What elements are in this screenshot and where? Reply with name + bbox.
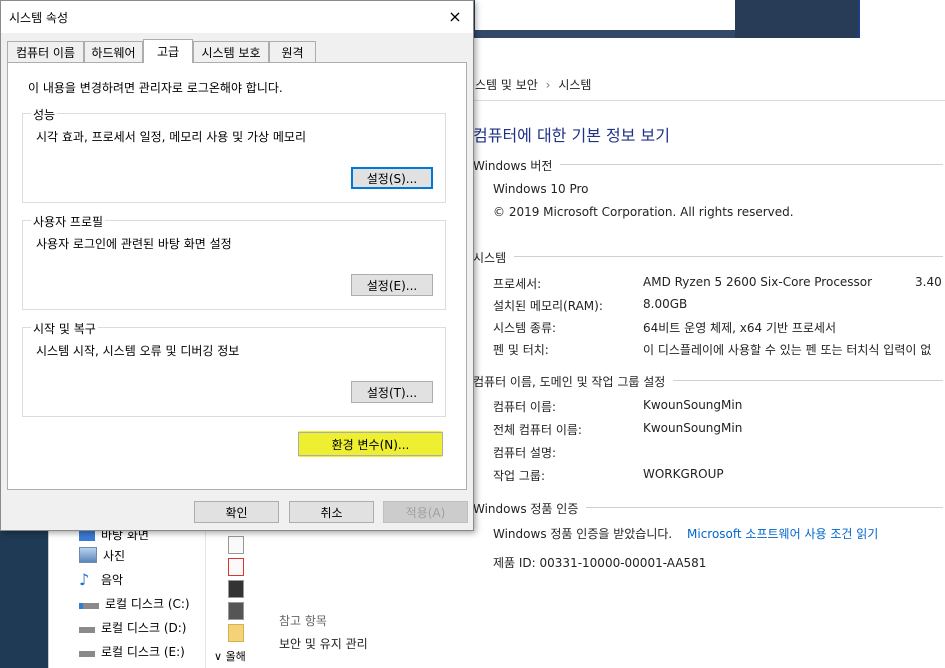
chevron-right-icon: › (545, 78, 551, 92)
group-description: 시스템 시작, 시스템 오류 및 디버깅 정보 (36, 344, 240, 358)
background-window-strip (475, 30, 735, 38)
ram-label: 설치된 메모리(RAM): (493, 299, 603, 313)
drive-icon (79, 603, 99, 609)
ram-value: 8.00GB (643, 297, 688, 311)
see-also-label: 참고 항목 (279, 614, 327, 628)
advanced-tab-page: 이 내용을 변경하려면 관리자로 로그온해야 합니다. 성능 시각 효과, 프로… (7, 62, 467, 490)
rar-file-icon[interactable] (228, 580, 244, 598)
group-label: 시작 및 복구 (31, 320, 98, 337)
breadcrumb-item-security[interactable]: 스템 및 보안 (475, 78, 538, 92)
pdf-file-icon[interactable] (228, 558, 244, 576)
windows-edition-section-title: Windows 버전 (473, 157, 943, 174)
tab-system-protection[interactable]: 시스템 보호 (193, 41, 269, 62)
pen-touch-label: 펜 및 터치: (493, 343, 549, 357)
performance-settings-button[interactable]: 설정(S)... (351, 167, 433, 189)
security-maintenance-link[interactable]: 보안 및 유지 관리 (279, 635, 368, 652)
startup-recovery-settings-button[interactable]: 설정(T)... (351, 381, 433, 403)
user-profiles-group: 사용자 프로필 사용자 로그인에 관련된 바탕 화면 설정 설정(E)... (22, 213, 446, 310)
system-section-title: 시스템 (473, 249, 943, 266)
nav-item-music[interactable]: ♪ 음악 (79, 568, 123, 590)
group-label: 성능 (31, 106, 58, 123)
user-profiles-settings-button[interactable]: 설정(E)... (351, 274, 433, 296)
system-type-label: 시스템 종류: (493, 321, 557, 335)
tab-hardware[interactable]: 하드웨어 (84, 41, 143, 62)
license-terms-link[interactable]: Microsoft 소프트웨어 사용 조건 읽기 (687, 525, 878, 542)
section-divider (586, 507, 943, 508)
full-computer-name-value: KwounSoungMin (643, 421, 743, 435)
copyright-text: © 2019 Microsoft Corporation. All rights… (493, 205, 794, 219)
dialog-titlebar[interactable]: 시스템 속성 × (1, 1, 473, 33)
page-title: 컴퓨터에 대한 기본 정보 보기 (473, 126, 670, 145)
close-button[interactable]: × (443, 5, 467, 27)
nav-item-drive-d[interactable]: 로컬 디스크 (D:) (79, 616, 186, 638)
full-computer-name-label: 전체 컴퓨터 이름: (493, 423, 582, 437)
nav-item-pictures[interactable]: 사진 (79, 544, 125, 566)
drive-icon (79, 651, 95, 657)
ok-button[interactable]: 확인 (194, 501, 279, 523)
processor-value: AMD Ryzen 5 2600 Six-Core Processor (643, 275, 873, 289)
drive-icon (79, 627, 95, 633)
file-icon[interactable] (228, 536, 244, 554)
nav-item-drive-e[interactable]: 로컬 디스크 (E:) (79, 640, 185, 662)
group-description: 시각 효과, 프로세서 일정, 메모리 사용 및 가상 메모리 (36, 130, 306, 144)
computer-description-label: 컴퓨터 설명: (493, 446, 557, 460)
startup-recovery-group: 시작 및 복구 시스템 시작, 시스템 오류 및 디버깅 정보 설정(T)... (22, 320, 446, 417)
breadcrumb-item-system[interactable]: 시스템 (558, 78, 591, 92)
apply-button[interactable]: 적용(A) (383, 501, 468, 523)
nav-item-drive-c[interactable]: 로컬 디스크 (C:) (79, 592, 190, 614)
system-properties-dialog: 시스템 속성 × 컴퓨터 이름 하드웨어 고급 시스템 보호 원격 이 내용을 … (0, 0, 474, 531)
performance-group: 성능 시각 효과, 프로세서 일정, 메모리 사용 및 가상 메모리 설정(S)… (22, 106, 446, 203)
workgroup-value: WORKGROUP (643, 467, 724, 481)
tab-advanced[interactable]: 고급 (143, 39, 193, 63)
tab-computer-name[interactable]: 컴퓨터 이름 (7, 41, 84, 62)
group-description: 사용자 로그인에 관련된 바탕 화면 설정 (36, 237, 232, 251)
section-divider (560, 164, 943, 165)
section-divider (514, 256, 943, 257)
close-icon: × (448, 6, 462, 26)
windows-edition: Windows 10 Pro (493, 182, 589, 196)
admin-note: 이 내용을 변경하려면 관리자로 로그온해야 합니다. (28, 81, 283, 95)
product-id: 제품 ID: 00331-10000-00001-AA581 (493, 556, 707, 570)
computer-name-label: 컴퓨터 이름: (493, 400, 557, 414)
computer-section-title: 컴퓨터 이름, 도메인 및 작업 그룹 설정 (473, 373, 943, 390)
activation-section-title: Windows 정품 인증 (473, 500, 943, 517)
workgroup-label: 작업 그룹: (493, 469, 546, 483)
cancel-button[interactable]: 취소 (289, 501, 374, 523)
breadcrumb: 스템 및 보안 › 시스템 (475, 76, 591, 93)
background-window-edge (858, 0, 945, 38)
activation-status: Windows 정품 인증을 받았습니다. (493, 527, 673, 541)
processor-speed: 3.40 G (915, 275, 945, 289)
pen-touch-value: 이 디스플레이에 사용할 수 있는 펜 또는 터치식 입력이 없 (643, 343, 932, 357)
expand-chevron-icon[interactable]: ∨ 올해 (214, 648, 246, 664)
system-type-value: 64비트 운영 체제, x64 기반 프로세서 (643, 321, 837, 335)
computer-name-value: KwounSoungMin (643, 398, 743, 412)
explorer-file-list: ∨ 올해 (205, 530, 251, 668)
folder-icon[interactable] (228, 624, 244, 642)
srt-file-icon[interactable] (228, 602, 244, 620)
group-label: 사용자 프로필 (31, 213, 106, 230)
dialog-title: 시스템 속성 (9, 11, 69, 25)
tab-remote[interactable]: 원격 (269, 41, 316, 62)
pictures-icon (79, 547, 97, 563)
background-window-header (475, 0, 735, 30)
section-divider (673, 380, 943, 381)
environment-variables-button[interactable]: 환경 변수(N)... (298, 432, 443, 456)
music-icon: ♪ (79, 569, 90, 589)
processor-label: 프로세서: (493, 277, 542, 291)
